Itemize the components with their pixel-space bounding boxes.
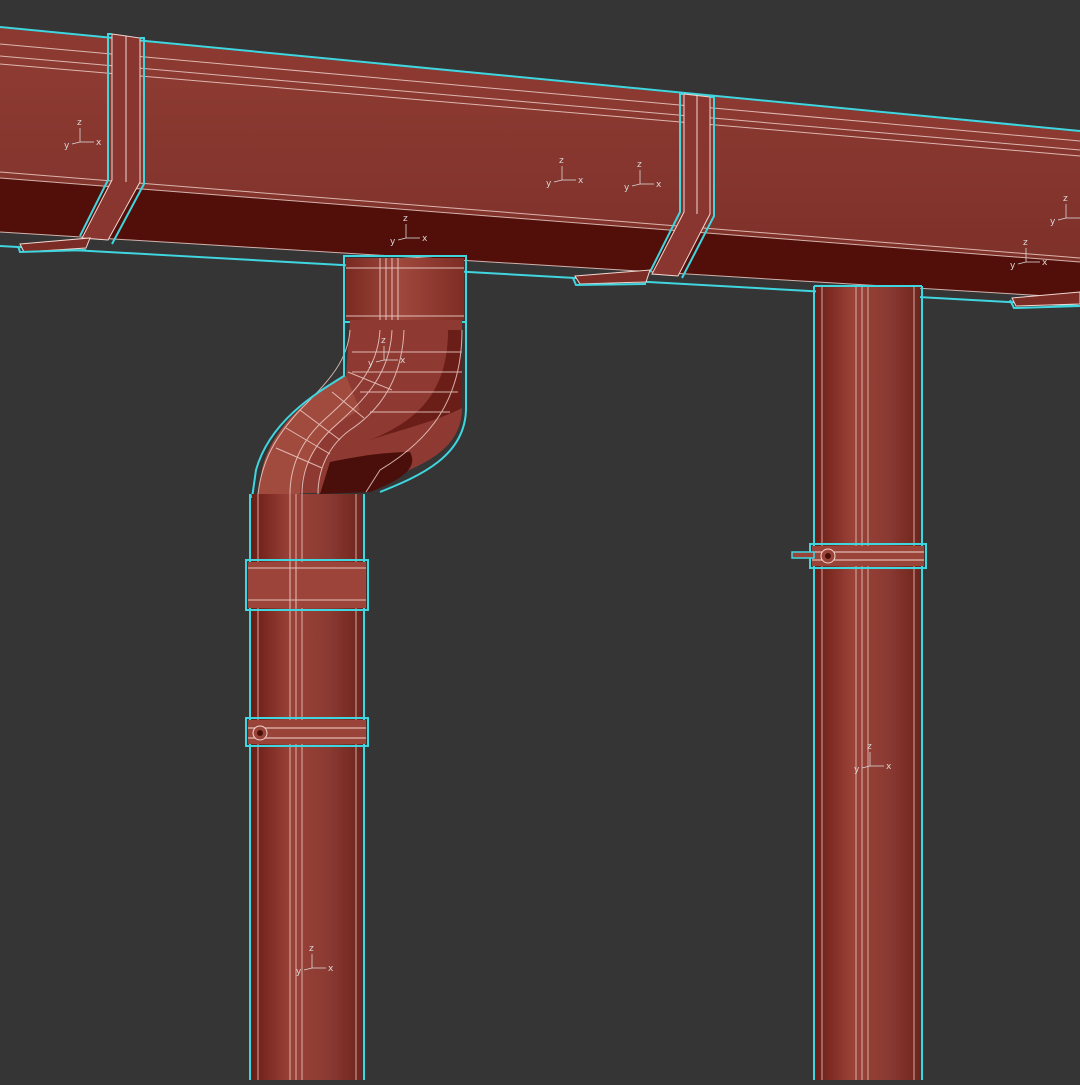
pipe-clamp[interactable]: [791, 543, 927, 569]
gizmo-axis-y-label: y: [854, 765, 860, 775]
gizmo-axis-x-label: x: [422, 234, 428, 244]
gizmo-axis-x-label: x: [96, 138, 102, 148]
gizmo-axis-y-label: y: [1050, 217, 1056, 227]
gizmo-axis-x-label: x: [886, 762, 892, 772]
gizmo-axis-y-label: y: [624, 183, 630, 193]
gizmo-axis-z-label: z: [1023, 238, 1028, 248]
gizmo-axis-y-label: y: [64, 141, 70, 151]
gizmo-axis-y-label: y: [296, 967, 302, 977]
gizmo-axis-x-label: x: [400, 356, 406, 366]
gizmo-axis-z-label: z: [77, 118, 82, 128]
gizmo-axis-y-label: y: [390, 237, 396, 247]
gizmo-axis-z-label: z: [403, 214, 408, 224]
downpipe[interactable]: [813, 285, 923, 1080]
gizmo-axis-y-label: y: [546, 179, 552, 189]
gizmo-axis-z-label: z: [1063, 194, 1068, 204]
gizmo-axis-x-label: x: [328, 964, 334, 974]
gizmo-axis-y-label: y: [1010, 261, 1016, 271]
gizmo-axis-x-label: x: [578, 176, 584, 186]
3d-viewport[interactable]: zxyzxyzxyzxyzxyzxyzxyzxyzxy: [0, 0, 1080, 1080]
gizmo-axis-y-label: y: [368, 359, 374, 369]
downpipe-socket[interactable]: [245, 559, 369, 611]
gizmo-axis-z-label: z: [309, 944, 314, 954]
viewport-canvas[interactable]: zxyzxyzxyzxyzxyzxyzxyzxyzxy: [0, 0, 1080, 1080]
gizmo-axis-z-label: z: [867, 742, 872, 752]
gizmo-axis-x-label: x: [1042, 258, 1048, 268]
gizmo-axis-z-label: z: [559, 156, 564, 166]
pipe-clamp[interactable]: [245, 717, 369, 747]
gizmo-axis-z-label: z: [637, 160, 642, 170]
gizmo-axis-x-label: x: [656, 180, 662, 190]
downpipe-outlet[interactable]: [343, 255, 467, 323]
gizmo-axis-z-label: z: [381, 336, 386, 346]
